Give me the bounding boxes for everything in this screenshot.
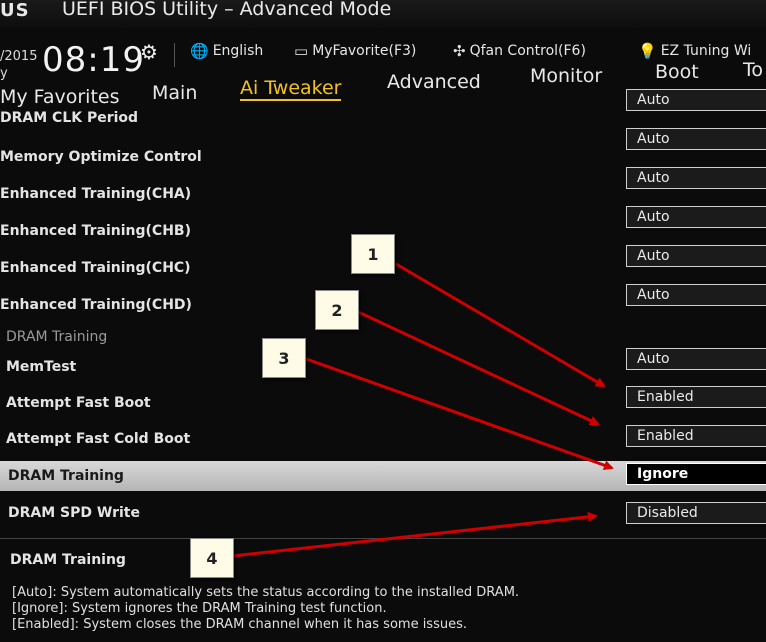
callout-1: 1: [351, 234, 395, 274]
annotation-arrows: [231, 262, 614, 558]
arrow-1: [395, 262, 606, 388]
callout-2: 2: [315, 290, 359, 330]
callout-4: 4: [190, 538, 234, 578]
arrow-2: [353, 308, 600, 426]
callout-3: 3: [262, 338, 306, 378]
arrow-4: [231, 511, 598, 558]
arrow-3: [297, 354, 614, 471]
